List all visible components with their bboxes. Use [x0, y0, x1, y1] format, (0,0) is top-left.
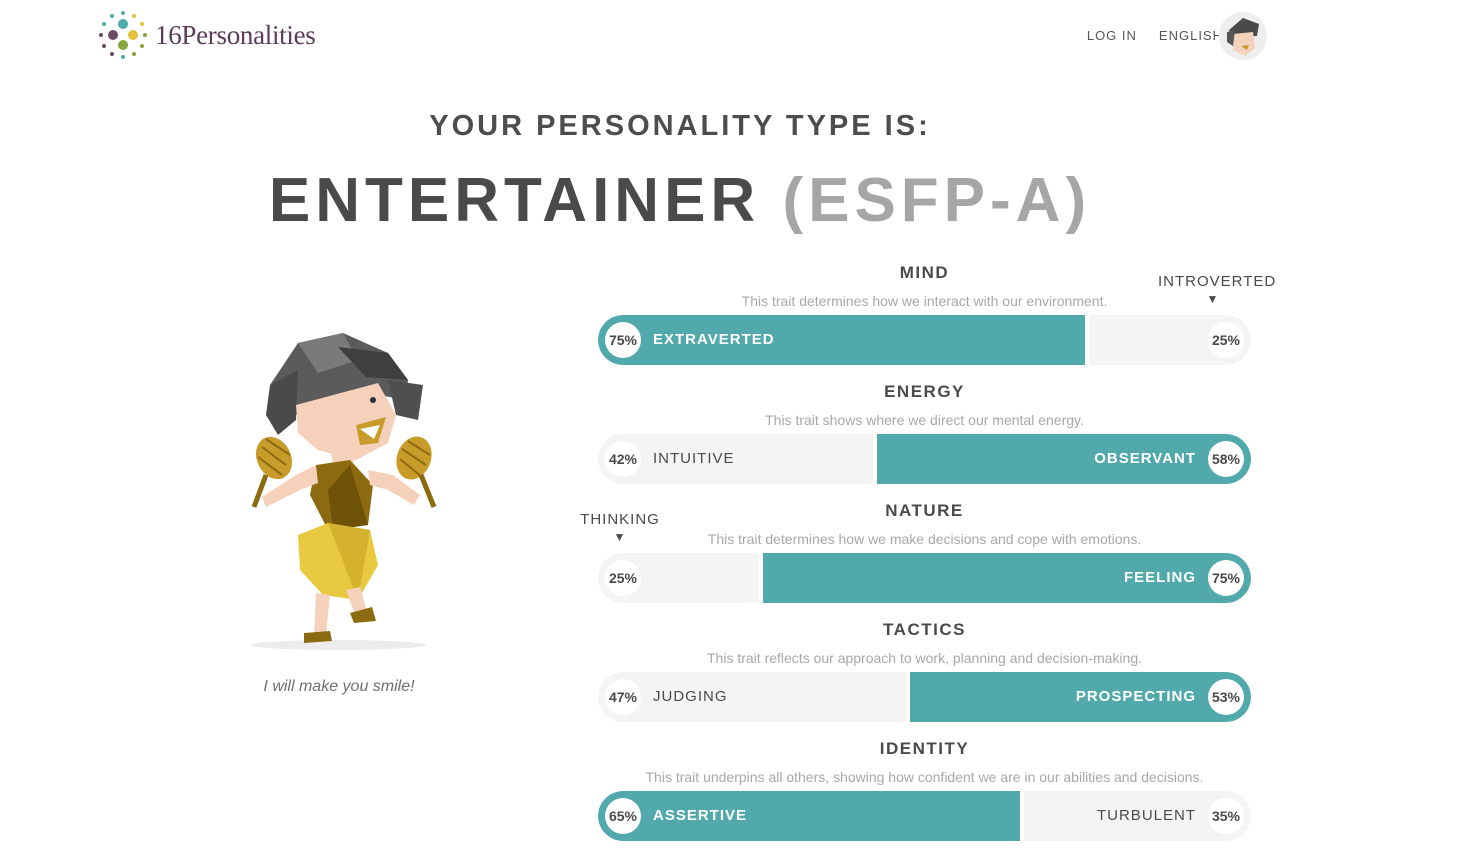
right-label: PROSPECTING: [1075, 688, 1196, 705]
trait-marker: INTROVERTED ▼: [1158, 273, 1275, 306]
trait-title: IDENTITY: [879, 739, 970, 758]
left-percent: 65%: [605, 798, 641, 834]
trait-description: This trait shows where we direct our men…: [765, 412, 1084, 428]
trait-title: MIND: [899, 263, 950, 282]
marker-arrow-icon: ▼: [613, 530, 627, 544]
logo-text: 16Personalities: [155, 19, 316, 50]
entertainer-character-illustration: [250, 333, 437, 650]
logo-link[interactable]: 16Personalities: [97, 9, 316, 61]
trait-description: This trait underpins all others, showing…: [645, 769, 1204, 785]
character-tagline: I will make you smile!: [263, 678, 415, 695]
right-label: TURBULENT: [1096, 807, 1196, 824]
trait-bar[interactable]: 25% FEELING 75%: [598, 553, 1251, 603]
trait-bar[interactable]: 65% ASSERTIVE TURBULENT 35%: [598, 791, 1251, 841]
right-percent: 35%: [1208, 798, 1244, 834]
trait-title: ENERGY: [884, 382, 965, 401]
logo-dots-icon: [99, 11, 147, 59]
language-label: ENGLISH: [1158, 27, 1223, 43]
right-percent: 53%: [1208, 679, 1244, 715]
trait-description: This trait determines how we make decisi…: [707, 531, 1142, 547]
right-percent: 58%: [1208, 441, 1244, 477]
personality-type-title: ENTERTAINER (ESFP-A): [0, 165, 1360, 236]
left-label: EXTRAVERTED: [653, 331, 775, 348]
bar-divider: [906, 672, 910, 722]
result-subtitle: YOUR PERSONALITY TYPE IS:: [429, 110, 931, 142]
bar-divider: [759, 553, 763, 603]
site-header: 16Personalities LOG IN ENGLISH: [0, 0, 1459, 70]
type-code: (ESFP-A): [782, 166, 1092, 235]
trait-description: This trait reflects our approach to work…: [707, 650, 1142, 666]
left-percent: 75%: [605, 322, 641, 358]
left-percent: 42%: [605, 441, 641, 477]
left-label: ASSERTIVE: [653, 807, 748, 824]
bar-divider: [873, 434, 877, 484]
right-percent: 75%: [1208, 560, 1244, 596]
right-label: OBSERVANT: [1094, 450, 1196, 467]
left-label: INTUITIVE: [653, 450, 735, 467]
type-name: ENTERTAINER: [268, 166, 761, 235]
right-label: FEELING: [1123, 569, 1196, 586]
marker-label: INTROVERTED: [1158, 273, 1277, 290]
trait-bar[interactable]: 42% INTUITIVE OBSERVANT 58%: [598, 434, 1251, 484]
left-percent: 47%: [605, 679, 641, 715]
trait-bar[interactable]: 47% JUDGING PROSPECTING 53%: [598, 672, 1251, 722]
marker-label: THINKING: [580, 511, 660, 528]
login-link[interactable]: LOG IN: [1087, 28, 1137, 43]
left-label: JUDGING: [653, 688, 728, 705]
trait-description: This trait determines how we interact wi…: [741, 293, 1108, 309]
trait-marker: THINKING ▼: [568, 511, 672, 544]
left-percent: 25%: [605, 560, 641, 596]
bar-divider: [1020, 791, 1024, 841]
bar-divider: [1085, 315, 1089, 365]
marker-arrow-icon: ▼: [1206, 292, 1220, 306]
right-percent: 25%: [1208, 322, 1244, 358]
trait-title: TACTICS: [883, 620, 966, 639]
trait-bar[interactable]: 75% EXTRAVERTED 25%: [598, 315, 1251, 365]
user-avatar[interactable]: [1219, 12, 1267, 60]
trait-title: NATURE: [885, 501, 964, 520]
